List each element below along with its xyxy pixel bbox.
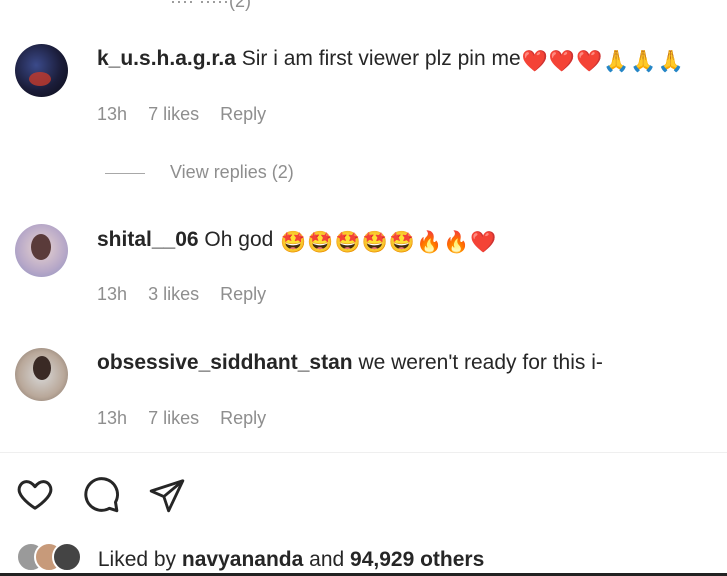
emoji: 🤩 (388, 231, 415, 254)
divider (105, 172, 145, 174)
comment-body: k_u.s.h.a.g.r.a Sir i am first viewer pl… (97, 47, 684, 74)
comment-username[interactable]: obsessive_siddhant_stan (97, 351, 353, 374)
comment-likes[interactable]: 3 likes (148, 284, 199, 304)
comment-time: 13h (97, 104, 128, 124)
emoji: 🔥 (415, 231, 443, 254)
liked-by-user[interactable]: navyananda (182, 548, 303, 571)
liked-by: Liked by navyananda and 94,929 others (16, 542, 484, 572)
emoji: 🤩 (334, 231, 361, 254)
avatar (52, 542, 82, 572)
emoji: 🔥 (443, 231, 470, 254)
comment-meta: 13h 3 likes Reply (97, 284, 282, 305)
comment-body: obsessive_siddhant_stan we weren't ready… (97, 351, 603, 375)
emoji: ❤️ (575, 50, 603, 73)
comment-time: 13h (97, 284, 128, 304)
emoji: 🤩 (361, 231, 388, 254)
comment-text: Oh god (204, 228, 274, 251)
emoji: 🙏 (630, 50, 657, 73)
reply-button[interactable]: Reply (220, 104, 266, 124)
emoji: 🙏 (657, 50, 684, 73)
avatar[interactable] (15, 348, 68, 401)
emoji: 🤩 (307, 231, 334, 254)
likes-count[interactable]: 94,929 others (350, 548, 484, 571)
comment-username[interactable]: k_u.s.h.a.g.r.a (97, 47, 236, 70)
liked-by-conjunction: and (309, 548, 345, 571)
comment-icon[interactable] (81, 474, 121, 519)
reply-button[interactable]: Reply (220, 408, 266, 428)
reply-button[interactable]: Reply (220, 284, 266, 304)
truncated-text: ···· ·····(2) (170, 0, 251, 11)
section-divider (0, 452, 727, 453)
comment-likes[interactable]: 7 likes (148, 408, 199, 428)
comment-meta: 13h 7 likes Reply (97, 104, 282, 125)
comment-body: shital__06 Oh god 🤩🤩🤩🤩🤩🔥🔥❤️ (97, 228, 496, 255)
liked-by-prefix: Liked by (97, 548, 177, 571)
comment-text: we weren't ready for this i- (358, 351, 603, 374)
comment-username[interactable]: shital__06 (97, 228, 199, 251)
post-actions (15, 474, 208, 519)
emoji: ❤️ (548, 50, 575, 73)
avatar[interactable] (15, 224, 68, 277)
comment-time: 13h (97, 408, 128, 428)
view-replies-label[interactable]: View replies (2) (170, 162, 294, 182)
emoji: 🤩 (280, 231, 307, 254)
heart-icon[interactable] (15, 474, 55, 519)
emoji: 🙏 (603, 50, 630, 73)
comment-likes[interactable]: 7 likes (148, 104, 199, 124)
view-replies-button[interactable]: View replies (2) (105, 162, 294, 183)
comment-meta: 13h 7 likes Reply (97, 408, 282, 429)
send-icon[interactable] (148, 476, 186, 519)
emoji: ❤️ (470, 231, 497, 254)
avatar[interactable] (15, 44, 68, 97)
comment-text: Sir i am first viewer plz pin me (241, 47, 521, 70)
emoji: ❤️ (521, 50, 548, 73)
